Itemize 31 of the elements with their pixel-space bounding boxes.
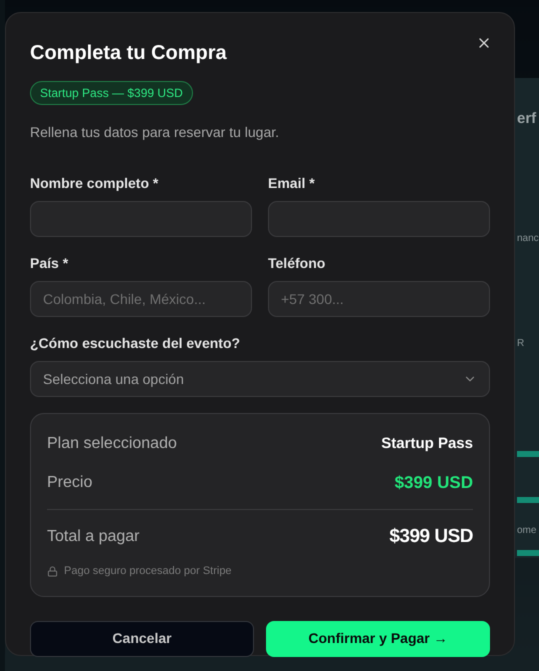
summary-label: Plan seleccionado xyxy=(47,434,177,454)
summary-label: Total a pagar xyxy=(47,526,140,547)
accent-bar xyxy=(517,450,539,456)
background-text: nanc xyxy=(517,232,539,246)
field-label: ¿Cómo escuchaste del evento? xyxy=(30,334,242,353)
background-text: R xyxy=(517,336,526,350)
select-field[interactable]: Selecciona una opción xyxy=(30,361,490,397)
input-field[interactable] xyxy=(268,201,490,237)
background-text: ome xyxy=(517,524,538,538)
select-placeholder: Selecciona una opción xyxy=(43,370,184,389)
secure-payment-note: Pago seguro procesado por Stripe xyxy=(64,564,232,579)
field-label: Nombre completo * xyxy=(30,174,160,193)
summary-label: Precio xyxy=(47,472,92,493)
dialog-title: Completa tu Compra xyxy=(30,41,227,65)
input-field[interactable]: Colombia, Chile, México... xyxy=(30,281,252,317)
field-label: País * xyxy=(30,254,70,273)
lock-icon xyxy=(47,566,58,577)
summary-value: Startup Pass xyxy=(381,434,473,454)
summary-value: $399 USD xyxy=(389,524,473,548)
dialog-subtitle: Rellena tus datos para reservar tu lugar. xyxy=(30,123,280,142)
input-field[interactable]: +57 300... xyxy=(268,281,490,317)
background-text: erf xyxy=(517,109,538,129)
field-label: Teléfono xyxy=(268,254,326,273)
confirm-pay-button[interactable]: Confirmar y Pagar → xyxy=(266,620,490,656)
field-label: Email * xyxy=(268,174,316,193)
accent-bar xyxy=(517,550,539,556)
plan-badge: Startup Pass — $399 USD xyxy=(30,81,193,105)
accent-bar xyxy=(517,496,539,502)
input-field[interactable] xyxy=(30,201,252,237)
cancel-button[interactable]: Cancelar xyxy=(30,620,254,656)
summary-value: $399 USD xyxy=(394,472,473,494)
